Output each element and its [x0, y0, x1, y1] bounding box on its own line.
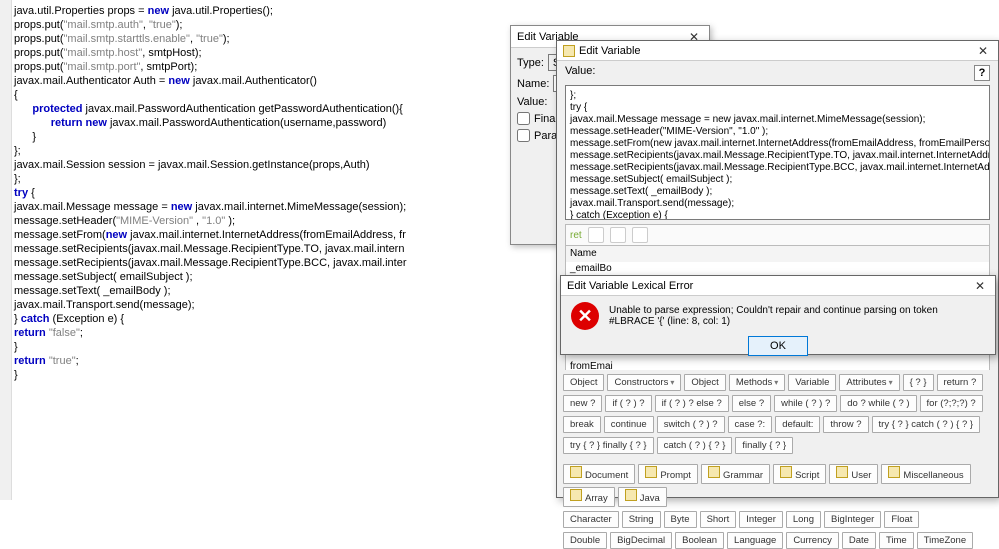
tool-button[interactable]	[610, 227, 626, 243]
expression-chip[interactable]: Grammar	[701, 464, 770, 484]
expression-chip[interactable]: Long	[786, 511, 821, 528]
expression-chip[interactable]: do ? while ( ? )	[840, 395, 916, 412]
expression-chip[interactable]: BigInteger	[824, 511, 881, 528]
expression-chip[interactable]: catch ( ? ) { ? }	[657, 437, 733, 454]
expression-chip[interactable]: User	[829, 464, 878, 484]
expression-chip[interactable]: try { ? } finally { ? }	[563, 437, 654, 454]
expression-chip[interactable]: Time	[879, 532, 914, 549]
close-icon[interactable]: ✕	[971, 278, 989, 294]
expression-chip[interactable]: Script	[773, 464, 826, 484]
list-item[interactable]: _emailBo	[566, 262, 989, 276]
expression-chip[interactable]: Constructors▾	[607, 374, 681, 391]
expression-chip[interactable]: Array	[563, 487, 615, 507]
expression-chip[interactable]: Object	[563, 374, 604, 391]
ok-button[interactable]: OK	[748, 336, 808, 356]
help-icon[interactable]: ?	[974, 65, 990, 81]
expression-chip[interactable]: continue	[604, 416, 654, 433]
expression-chip[interactable]: Prompt	[638, 464, 698, 484]
expression-chip[interactable]: Object	[684, 374, 725, 391]
error-message: Unable to parse expression; Couldn't rep…	[609, 305, 985, 327]
expression-chip[interactable]: if ( ? ) ?	[605, 395, 651, 412]
expression-builder-panel: ObjectConstructors▾ObjectMethods▾Variabl…	[556, 370, 999, 498]
expression-chip[interactable]: Miscellaneous	[881, 464, 970, 484]
error-dialog: Edit Variable Lexical Error ✕ ✕ Unable t…	[560, 275, 996, 355]
expression-chip[interactable]: { ? }	[903, 374, 934, 391]
expression-chip[interactable]: Currency	[786, 532, 839, 549]
expression-chip[interactable]: if ( ? ) ? else ?	[655, 395, 729, 412]
tool-button[interactable]	[588, 227, 604, 243]
expression-chip[interactable]: BigDecimal	[610, 532, 672, 549]
category-icon	[570, 489, 582, 501]
expression-chip[interactable]: Integer	[739, 511, 783, 528]
expression-chip[interactable]: Character	[563, 511, 619, 528]
expression-chip[interactable]: case ?:	[728, 416, 773, 433]
expression-chip[interactable]: for (?;?;?) ?	[920, 395, 983, 412]
expression-chip[interactable]: break	[563, 416, 601, 433]
value-label: Value:	[565, 65, 595, 81]
expression-chip[interactable]: Language	[727, 532, 783, 549]
expression-chip[interactable]: Boolean	[675, 532, 724, 549]
name-column-header[interactable]: Name	[565, 246, 990, 262]
category-icon	[645, 466, 657, 478]
value-textarea[interactable]: }; try { javax.mail.Message message = ne…	[565, 85, 990, 220]
category-icon	[625, 489, 637, 501]
expression-chip[interactable]: default:	[775, 416, 820, 433]
expression-chip[interactable]: Java	[618, 487, 667, 507]
close-icon[interactable]: ✕	[974, 43, 992, 59]
expression-chip[interactable]: return ?	[937, 374, 984, 391]
expression-chip[interactable]: Double	[563, 532, 607, 549]
dialog-title: Edit Variable	[579, 45, 641, 57]
para-label: Para	[534, 130, 557, 142]
type-label: Type:	[517, 57, 544, 69]
error-icon: ✕	[571, 302, 599, 330]
expression-chip[interactable]: Methods▾	[729, 374, 785, 391]
category-icon	[888, 466, 900, 478]
category-icon	[836, 466, 848, 478]
expression-chip[interactable]: throw ?	[823, 416, 868, 433]
expression-chip[interactable]: Variable	[788, 374, 836, 391]
category-icon	[780, 466, 792, 478]
para-checkbox[interactable]	[517, 129, 530, 142]
value-label: Value:	[517, 96, 547, 108]
final-label: Final	[534, 113, 558, 125]
error-title: Edit Variable Lexical Error	[567, 280, 693, 292]
tool-button[interactable]	[632, 227, 648, 243]
expression-chip[interactable]: Attributes▾	[839, 374, 899, 391]
expression-chip[interactable]: String	[622, 511, 661, 528]
expression-chip[interactable]: try { ? } catch ( ? ) { ? }	[872, 416, 981, 433]
expression-chip[interactable]: switch ( ? ) ?	[657, 416, 725, 433]
app-icon	[563, 45, 575, 57]
expression-chip[interactable]: while ( ? ) ?	[774, 395, 837, 412]
expression-chip[interactable]: else ?	[732, 395, 771, 412]
expression-chip[interactable]: TimeZone	[917, 532, 973, 549]
expression-chip[interactable]: new ?	[563, 395, 602, 412]
category-icon	[708, 466, 720, 478]
code-editor[interactable]: java.util.Properties props = new java.ut…	[0, 0, 510, 500]
final-checkbox[interactable]	[517, 112, 530, 125]
expression-chip[interactable]: Document	[563, 464, 635, 484]
category-icon	[570, 466, 582, 478]
toolbar: ret	[565, 224, 990, 246]
expression-chip[interactable]: Short	[700, 511, 737, 528]
expression-chip[interactable]: finally { ? }	[735, 437, 793, 454]
expression-chip[interactable]: Byte	[664, 511, 697, 528]
name-label: Name:	[517, 78, 549, 90]
expression-chip[interactable]: Date	[842, 532, 876, 549]
expression-chip[interactable]: Float	[884, 511, 919, 528]
